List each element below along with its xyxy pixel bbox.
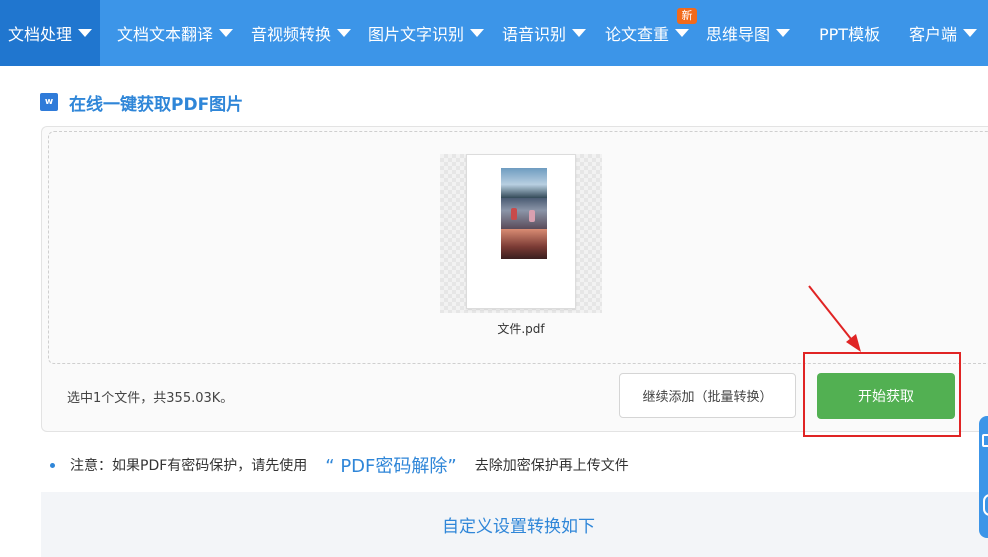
nav-item-label: 图片文字识别 xyxy=(368,25,465,44)
nav-item-label: 文档处理 xyxy=(8,25,73,44)
caret-down-icon xyxy=(337,29,352,37)
caret-down-icon xyxy=(963,29,978,37)
word-document-icon: w xyxy=(40,93,58,111)
nav-item-av-conversion[interactable]: 音视频转换 xyxy=(251,0,352,66)
nav-item-translation[interactable]: 文档文本翻译 xyxy=(117,0,234,66)
nav-item-mind-map[interactable]: 思维导图 xyxy=(706,0,791,66)
nav-item-label: PPT模板 xyxy=(819,25,881,44)
nav-item-document-processing[interactable]: 文档处理 xyxy=(0,0,101,66)
page-title-row: w 在线一键获取PDF图片 xyxy=(40,90,244,115)
custom-settings-label: 自定义设置转换如下 xyxy=(442,517,595,537)
caret-down-icon xyxy=(219,29,234,37)
new-badge: 新 xyxy=(677,8,697,24)
chat-icon xyxy=(982,434,988,447)
note-prefix: 注意：如果PDF有密码保护，请先使用 xyxy=(70,458,308,474)
caret-down-icon xyxy=(78,29,93,37)
pdf-unlock-link[interactable]: “ PDF密码解除” xyxy=(325,452,456,478)
nav-item-label: 客户端 xyxy=(909,25,958,44)
nav-item-label: 语音识别 xyxy=(502,25,567,44)
highlight-box xyxy=(803,352,961,437)
top-nav: 文档处理 文档文本翻译 音视频转换 图片文字识别 语音识别 论文查重 思维导图 … xyxy=(0,0,988,66)
nav-item-label: 思维导图 xyxy=(706,25,771,44)
annotation-arrow xyxy=(808,285,861,352)
continue-add-button[interactable]: 继续添加（批量转换） xyxy=(619,373,796,418)
bullet-icon xyxy=(50,462,55,468)
caret-down-icon xyxy=(776,29,791,37)
nav-item-speech-recognition[interactable]: 语音识别 xyxy=(502,0,587,66)
file-name: 文件.pdf xyxy=(497,322,545,336)
selection-status: 选中1个文件，共355.03K。 xyxy=(67,391,234,406)
nav-item-label: 文档文本翻译 xyxy=(117,25,214,44)
support-icon xyxy=(983,494,988,516)
page-title: 在线一键获取PDF图片 xyxy=(69,94,244,115)
note-suffix: 去除加密保护再上传文件 xyxy=(474,458,629,474)
nav-item-ppt-templates[interactable]: PPT模板 xyxy=(819,0,880,66)
pdf-thumbnail-image xyxy=(501,168,547,259)
password-note: 注意：如果PDF有密码保护，请先使用 “ PDF密码解除” 去除加密保护再上传文… xyxy=(50,452,629,478)
caret-down-icon xyxy=(675,29,690,37)
nav-item-ocr[interactable]: 图片文字识别 xyxy=(368,0,485,66)
custom-settings-bar[interactable]: 自定义设置转换如下 xyxy=(41,492,988,557)
caret-down-icon xyxy=(572,29,587,37)
nav-item-client[interactable]: 客户端 xyxy=(909,0,978,66)
floating-side-widget[interactable] xyxy=(979,416,988,538)
caret-down-icon xyxy=(470,29,485,37)
nav-item-label: 论文查重 xyxy=(605,25,670,44)
nav-item-label: 音视频转换 xyxy=(251,25,332,44)
